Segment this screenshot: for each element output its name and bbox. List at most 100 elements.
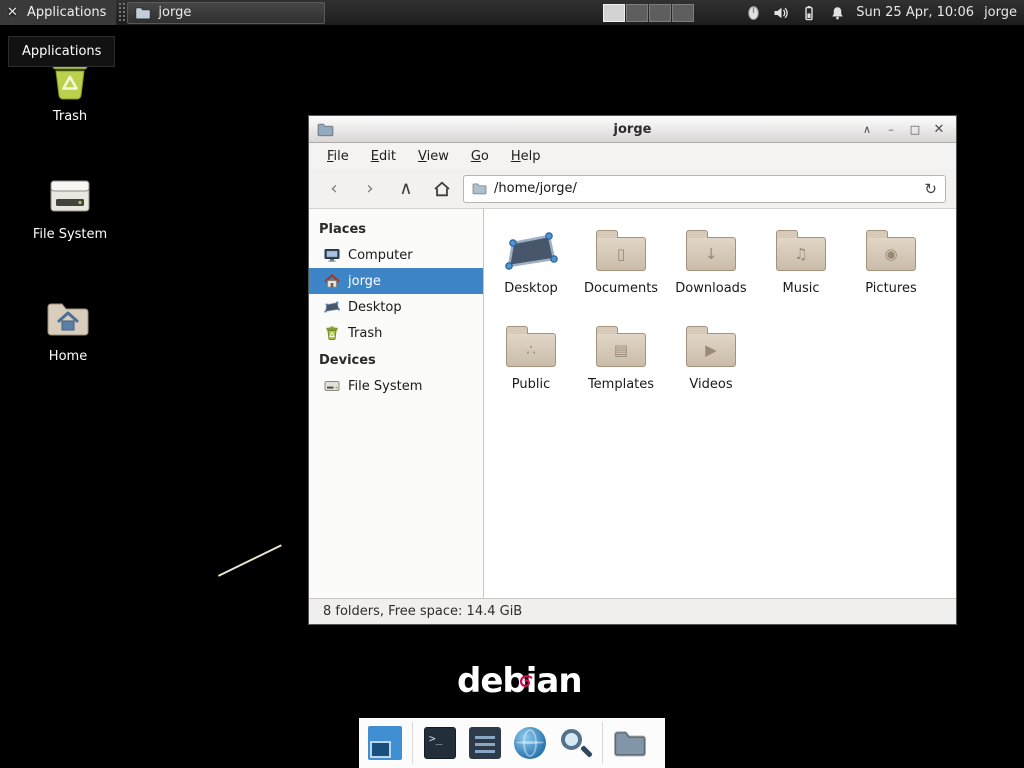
folder-icon (135, 5, 151, 21)
mouse-settings-icon[interactable] (744, 4, 762, 22)
panel-separator-handle (118, 2, 125, 23)
forward-button[interactable]: › (355, 175, 385, 202)
pictures-emblem: ◉ (867, 238, 915, 270)
applications-label: Applications (27, 5, 106, 20)
path-text: /home/jorge/ (494, 181, 577, 196)
menu-help[interactable]: Help (501, 146, 551, 167)
folder-icon (472, 181, 487, 196)
folder-icon: ↓ (686, 237, 736, 271)
applications-icon: ✕ (4, 4, 21, 21)
desktop-icon-home[interactable]: Home (20, 294, 116, 364)
toolbar: ‹ › ∧ /home/jorge/ ↻ (309, 169, 956, 209)
desktop-icon-file-system[interactable]: File System (22, 172, 118, 242)
sidebar-item-label: File System (348, 379, 422, 394)
file-item-videos[interactable]: ▶ Videos (666, 319, 756, 415)
workspace-cell[interactable] (649, 4, 671, 22)
public-emblem: ∴ (507, 334, 555, 366)
window-titlebar[interactable]: jorge ∧ – □ ✕ (309, 116, 956, 143)
file-label: Templates (588, 377, 654, 392)
terminal-settings-icon (469, 727, 501, 759)
sidebar-item-file-system[interactable]: File System (309, 373, 483, 399)
workspace-switcher[interactable] (603, 4, 694, 22)
file-label: Pictures (865, 281, 916, 296)
file-label: Documents (584, 281, 658, 296)
web-browser-launcher[interactable] (512, 725, 548, 761)
power-manager-icon[interactable] (800, 4, 818, 22)
file-item-templates[interactable]: ▤ Templates (576, 319, 666, 415)
file-label: Music (783, 281, 820, 296)
home-icon (324, 273, 340, 289)
maximize-button[interactable]: □ (905, 120, 925, 138)
sidebar: Places Computer jorge Desktop Trash (309, 209, 484, 598)
up-button[interactable]: ∧ (391, 175, 421, 202)
volume-icon[interactable] (772, 4, 790, 22)
menu-edit[interactable]: Edit (361, 146, 406, 167)
folder-icon: ▤ (596, 333, 646, 367)
panel-username[interactable]: jorge (984, 5, 1017, 20)
workspace-cell[interactable] (672, 4, 694, 22)
folder-icon (613, 726, 647, 760)
menu-file[interactable]: File (317, 146, 359, 167)
back-button[interactable]: ‹ (319, 175, 349, 202)
home-button[interactable] (427, 175, 457, 202)
file-view[interactable]: Desktop ▯ Documents ↓ Downloads (484, 209, 956, 598)
sidebar-item-trash[interactable]: Trash (309, 320, 483, 346)
path-input[interactable]: /home/jorge/ ↻ (463, 175, 946, 203)
dock: >_ (359, 718, 665, 768)
file-item-downloads[interactable]: ↓ Downloads (666, 223, 756, 319)
file-manager-launcher[interactable] (612, 725, 648, 761)
devices-header: Devices (309, 346, 483, 373)
debian-swirl-icon (519, 660, 533, 697)
file-manager-window: jorge ∧ – □ ✕ File Edit View Go Help ‹ ›… (308, 115, 957, 625)
sidebar-item-label: Desktop (348, 300, 402, 315)
file-label: Public (512, 377, 550, 392)
trash-icon (324, 325, 340, 341)
folder-icon: ◉ (866, 237, 916, 271)
workspace-cell[interactable] (603, 4, 625, 22)
panel-right-area: Sun 25 Apr, 10:06 jorge (603, 4, 1024, 22)
menu-view[interactable]: View (408, 146, 459, 167)
taskbar-window-label: jorge (158, 5, 191, 20)
sidebar-item-jorge[interactable]: jorge (309, 268, 483, 294)
file-item-desktop[interactable]: Desktop (486, 223, 576, 319)
terminal-settings-launcher[interactable] (467, 725, 503, 761)
globe-icon (514, 727, 546, 759)
sidebar-item-label: jorge (348, 274, 381, 289)
status-bar: 8 folders, Free space: 14.4 GiB (309, 598, 956, 624)
dock-separator (602, 722, 603, 764)
places-header: Places (309, 215, 483, 242)
workspace-cell[interactable] (626, 4, 648, 22)
show-desktop-button[interactable] (367, 725, 403, 761)
file-label: Desktop (504, 281, 558, 296)
folder-icon: ▶ (686, 333, 736, 367)
clock[interactable]: Sun 25 Apr, 10:06 (856, 5, 974, 20)
downloads-emblem: ↓ (687, 238, 735, 270)
file-item-public[interactable]: ∴ Public (486, 319, 576, 415)
file-item-music[interactable]: ♫ Music (756, 223, 846, 319)
desktop: ✕ Applications jorge (0, 0, 1024, 768)
reload-button[interactable]: ↻ (924, 180, 937, 198)
folder-icon: ▯ (596, 237, 646, 271)
file-item-pictures[interactable]: ◉ Pictures (846, 223, 936, 319)
applications-menu-button[interactable]: ✕ Applications (0, 0, 116, 25)
sidebar-item-computer[interactable]: Computer (309, 242, 483, 268)
close-button[interactable]: ✕ (929, 120, 949, 138)
drive-icon (46, 172, 94, 220)
music-emblem: ♫ (777, 238, 825, 270)
shade-button[interactable]: ∧ (857, 120, 877, 138)
window-controls: ∧ – □ ✕ (857, 120, 956, 138)
taskbar-window-button[interactable]: jorge (127, 2, 325, 24)
desktop-artifact-line (218, 544, 282, 576)
desktop-pad-icon (504, 232, 558, 270)
window-folder-icon (317, 121, 334, 138)
menu-go[interactable]: Go (461, 146, 499, 167)
app-finder-launcher[interactable] (557, 725, 593, 761)
minimize-button[interactable]: – (881, 120, 901, 138)
applications-tooltip: Applications (8, 36, 115, 67)
sidebar-item-desktop[interactable]: Desktop (309, 294, 483, 320)
terminal-launcher[interactable]: >_ (422, 725, 458, 761)
notifications-bell-icon[interactable] (828, 4, 846, 22)
file-item-documents[interactable]: ▯ Documents (576, 223, 666, 319)
desktop-pad-icon (324, 301, 340, 313)
status-text: 8 folders, Free space: 14.4 GiB (323, 604, 522, 619)
